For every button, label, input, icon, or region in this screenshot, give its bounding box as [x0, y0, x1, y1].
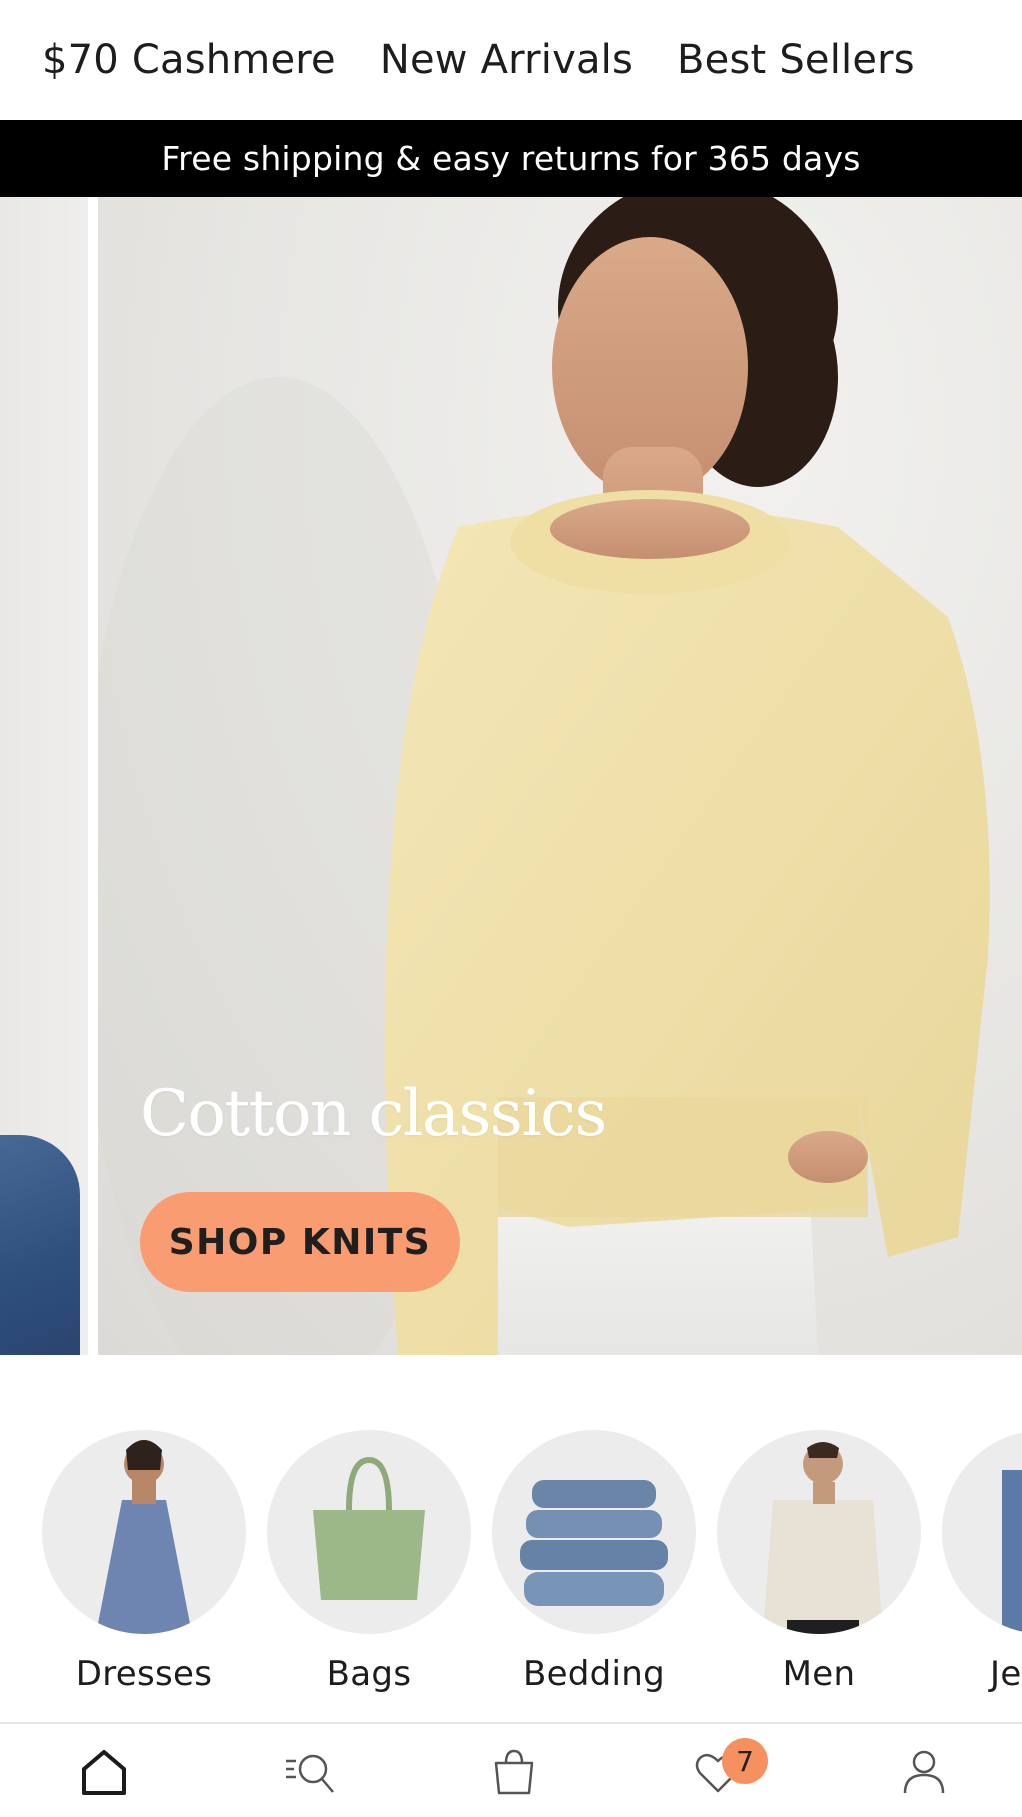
home-icon — [82, 1749, 126, 1795]
category-dresses[interactable]: Dresses — [42, 1430, 246, 1694]
category-label-jeans: Je — [990, 1654, 1022, 1694]
hero-title: Cotton classics — [140, 1077, 607, 1151]
previous-slide-peek[interactable] — [0, 197, 88, 1355]
promo-text: Free shipping & easy returns for 365 day… — [161, 139, 861, 178]
jeans-photo — [942, 1430, 1022, 1634]
tab-search[interactable] — [250, 1724, 370, 1817]
tab-home[interactable] — [44, 1724, 164, 1817]
category-carousel[interactable]: Dresses Bags Bedding Men Je — [0, 1430, 1022, 1700]
hero-carousel[interactable]: Cotton classics SHOP KNITS — [0, 197, 1022, 1355]
promo-banner[interactable]: Free shipping & easy returns for 365 day… — [0, 120, 1022, 197]
nav-link-best-sellers[interactable]: Best Sellers — [677, 37, 915, 83]
category-nav: $70 Cashmere New Arrivals Best Sellers — [0, 0, 1022, 120]
category-label-men: Men — [782, 1654, 856, 1694]
pillow-stack-photo — [492, 1430, 696, 1634]
nav-link-cashmere[interactable]: $70 Cashmere — [42, 37, 336, 83]
shop-knits-button[interactable]: SHOP KNITS — [140, 1192, 460, 1292]
wishlist-count-badge: 7 — [722, 1738, 768, 1784]
tab-shopping-bag[interactable] — [454, 1724, 574, 1817]
nav-link-new-arrivals[interactable]: New Arrivals — [380, 37, 633, 83]
category-label-bedding: Bedding — [522, 1654, 666, 1694]
user-icon — [903, 1750, 945, 1793]
shopping-bag-icon — [494, 1749, 534, 1794]
category-label-bags: Bags — [326, 1654, 412, 1694]
hero-slide[interactable]: Cotton classics SHOP KNITS — [98, 197, 1022, 1355]
bottom-tab-bar: 7 — [0, 1722, 1022, 1817]
tab-wishlist[interactable]: 7 — [658, 1724, 778, 1817]
tab-account[interactable] — [864, 1724, 984, 1817]
category-bags[interactable]: Bags — [267, 1430, 471, 1694]
dress-photo — [42, 1430, 246, 1634]
denim-fabric-image — [0, 1135, 80, 1355]
category-bedding[interactable]: Bedding — [492, 1430, 696, 1694]
search-icon — [286, 1754, 334, 1793]
hero-model-illustration — [98, 197, 990, 1355]
category-jeans[interactable]: Je — [942, 1430, 1022, 1694]
category-men[interactable]: Men — [717, 1430, 921, 1694]
mens-shirt-photo — [717, 1430, 921, 1634]
tote-bag-photo — [267, 1430, 471, 1634]
category-label-dresses: Dresses — [75, 1654, 213, 1694]
app-screen: $70 Cashmere New Arrivals Best Sellers F… — [0, 0, 1022, 1817]
